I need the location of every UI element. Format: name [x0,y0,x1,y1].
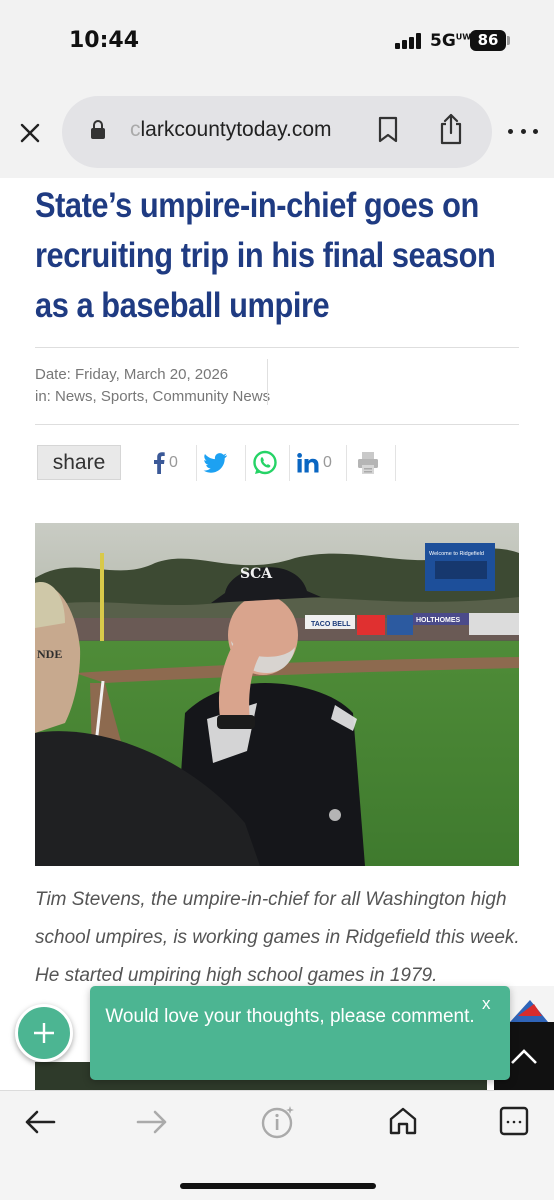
forward-arrow-icon[interactable] [136,1109,168,1135]
print-button[interactable] [357,447,379,479]
home-indicator [180,1183,376,1189]
battery-tip [507,36,510,45]
comment-prompt-toast[interactable]: Would love your thoughts, please comment… [90,986,510,1080]
share-icon[interactable] [437,112,465,146]
article-meta: Date: Friday, March 20, 2026 in: News, S… [35,364,270,408]
article-headline: State’s umpire-in-chief goes on recruiti… [35,186,496,325]
photo-illustration: TACO BELL HOLTHOMES Welcome to Ridgefiel… [35,523,519,866]
linkedin-share-button[interactable]: 0 [297,447,332,479]
network-sup: UW [455,32,472,42]
status-time: 10:44 [69,28,140,53]
toast-message: Would love your thoughts, please comment… [105,1006,475,1027]
whatsapp-icon [253,450,277,475]
browser-bottom-bar [0,1090,554,1200]
more-icon[interactable] [508,126,538,136]
toast-close-button[interactable]: x [482,994,491,1014]
url-text[interactable]: clarkcountytoday.com [130,118,365,142]
address-bar[interactable]: clarkcountytoday.com [62,96,492,168]
back-arrow-icon[interactable] [24,1109,56,1135]
linkedin-icon [297,453,319,473]
share-label: share [37,445,121,480]
hat-text: NDE [37,647,62,661]
info-sparkle-icon[interactable] [260,1105,296,1139]
url-faded-char: c [130,118,141,141]
meta-divider [267,359,268,405]
status-bar: 10:44 5GUW 86 [0,0,554,84]
plus-icon [34,1023,54,1043]
linkedin-count: 0 [323,454,332,471]
banner-holthomes: HOLTHOMES [416,617,461,624]
browser-toolbar: clarkcountytoday.com [0,84,554,178]
battery-level: 86 [470,30,506,51]
print-icon [358,452,378,474]
lock-icon [91,120,105,139]
add-comment-button[interactable] [15,1004,73,1062]
scoreboard-text: Welcome to Ridgefield [429,551,484,557]
twitter-share-button[interactable] [203,447,227,479]
whatsapp-share-button[interactable] [252,447,278,479]
twitter-icon [203,453,227,473]
network-label: 5G [430,31,456,51]
banner-taco-bell: TACO BELL [311,621,351,628]
cap-logo: SCA [240,566,273,582]
facebook-share-button[interactable]: 0 [153,447,178,479]
share-bar: share 0 0 [35,445,519,481]
close-button[interactable] [16,119,44,147]
article-date: Date: Friday, March 20, 2026 [35,366,229,383]
close-icon [20,123,40,143]
cellular-signal-icon [395,33,421,49]
facebook-count: 0 [169,454,178,471]
divider [35,347,519,348]
url-domain: larkcountytoday.com [140,118,332,141]
bookmark-icon[interactable] [377,116,399,144]
divider [35,424,519,425]
photo-caption: Tim Stevens, the umpire-in-chief for all… [35,889,520,986]
facebook-icon [154,452,165,474]
chevron-up-icon [511,1049,537,1064]
network-type: 5GUW [430,31,471,51]
home-icon[interactable] [388,1106,418,1136]
article-categories[interactable]: in: News, Sports, Community News [35,386,270,408]
tabs-icon[interactable] [499,1106,529,1136]
article-photo[interactable]: TACO BELL HOLTHOMES Welcome to Ridgefiel… [35,523,519,866]
